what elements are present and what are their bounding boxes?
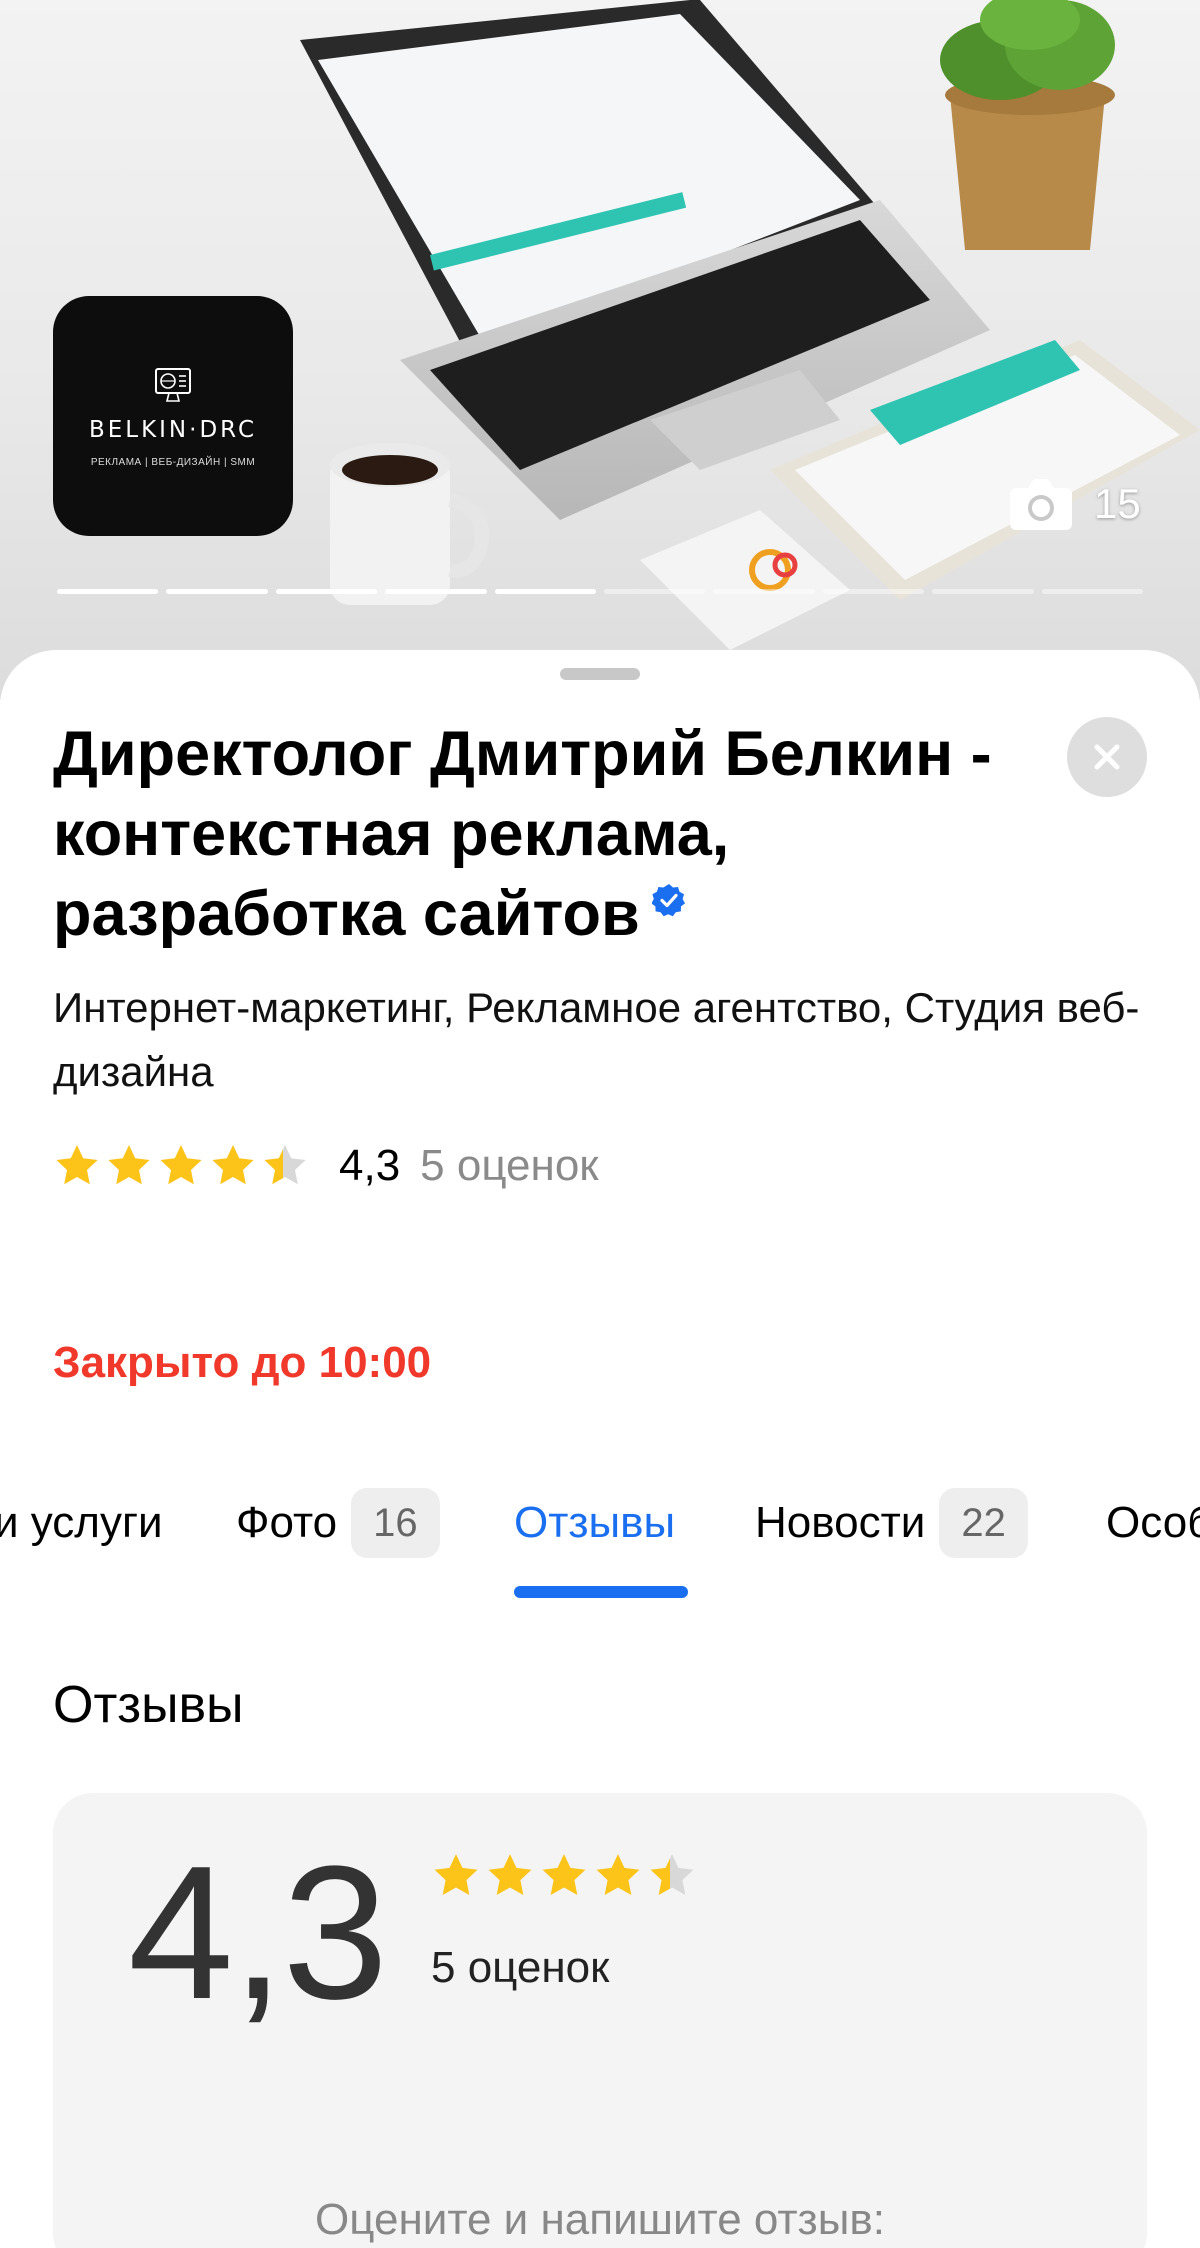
star-icon (488, 1854, 532, 1895)
star-half-icon (264, 1145, 306, 1185)
tab-services[interactable]: и услуги (0, 1488, 163, 1558)
tab-features[interactable]: Особ (1106, 1488, 1200, 1558)
logo-tagline: РЕКЛАМА | ВЕБ-ДИЗАЙН | SMM (90, 456, 256, 468)
tab-count-badge: 16 (351, 1488, 440, 1558)
card-rating-count: 5 оценок (431, 1943, 610, 1992)
photo-count-badge[interactable]: 15 (1008, 474, 1141, 534)
tab-count-badge: 22 (939, 1488, 1028, 1558)
active-tab-indicator (514, 1586, 688, 1598)
star-icon (434, 1854, 478, 1895)
star-icon (542, 1854, 586, 1895)
big-rating-value: 4,3 (128, 1827, 388, 2039)
progress-segment (275, 589, 378, 594)
progress-segment (1041, 589, 1144, 594)
star-icon (56, 1145, 98, 1185)
progress-segment (57, 589, 159, 594)
rating-stars (53, 1142, 309, 1190)
progress-segment (385, 589, 487, 594)
business-title: Директолог Дмитрий Белкин - контекстная … (53, 714, 1043, 954)
business-categories: Интернет-маркетинг, Рекламное агентство,… (53, 984, 1140, 1095)
star-icon (596, 1854, 640, 1895)
rating-summary[interactable]: 4,3 5 оценок (53, 1138, 599, 1194)
close-button[interactable] (1067, 717, 1147, 797)
camera-icon (1010, 479, 1072, 530)
progress-segment (822, 589, 925, 594)
tab-news[interactable]: Новости 22 (755, 1488, 1028, 1558)
hero-gallery[interactable]: BELKIN·DRC РЕКЛАМА | ВЕБ-ДИЗАЙН | SMM 15 (0, 0, 1200, 700)
star-icon (212, 1145, 254, 1185)
progress-segment (932, 589, 1034, 594)
sheet-grabber[interactable] (560, 668, 640, 680)
reviews-heading: Отзывы (53, 1676, 244, 1734)
monitor-globe-icon (155, 367, 191, 402)
tab-label: Новости (755, 1498, 926, 1547)
card-rating-stars (431, 1851, 697, 1901)
company-logo: BELKIN·DRC РЕКЛАМА | ВЕБ-ДИЗАЙН | SMM (53, 296, 293, 536)
rating-value: 4,3 (339, 1141, 401, 1190)
progress-segment (713, 589, 815, 594)
tab-label: Отзывы (514, 1498, 676, 1547)
rate-and-review-prompt: Оцените и напишите отзыв: (315, 2195, 885, 2244)
opening-status[interactable]: Закрыто до 10:00 (53, 1338, 431, 1388)
gallery-progress (57, 589, 1144, 594)
tab-label: Особ (1106, 1498, 1200, 1547)
place-card-sheet: Директолог Дмитрий Белкин - контекстная … (0, 650, 1200, 2248)
star-half-icon (650, 1854, 694, 1895)
section-tabs: и услуги Фото 16 Отзывы Новости 22 Особ (0, 1488, 1200, 1598)
tab-reviews[interactable]: Отзывы (514, 1488, 675, 1558)
star-icon (108, 1145, 150, 1185)
logo-name: BELKIN·DRC (88, 416, 258, 443)
business-title-text: Директолог Дмитрий Белкин - контекстная … (53, 719, 992, 949)
tab-label: и услуги (0, 1498, 163, 1547)
rating-count[interactable]: 5 оценок (420, 1141, 598, 1191)
close-icon (1094, 744, 1120, 770)
progress-segment (604, 589, 706, 594)
tab-photos[interactable]: Фото 16 (236, 1488, 440, 1558)
photo-count-number: 15 (1094, 480, 1141, 527)
star-icon (160, 1145, 202, 1185)
progress-segment (494, 589, 597, 594)
reviews-rating-card: 4,3 5 оценок Оцените и напишите отзыв: (53, 1793, 1147, 2248)
verified-badge-icon (651, 884, 685, 917)
progress-segment (166, 589, 268, 594)
tab-label: Фото (236, 1498, 338, 1547)
